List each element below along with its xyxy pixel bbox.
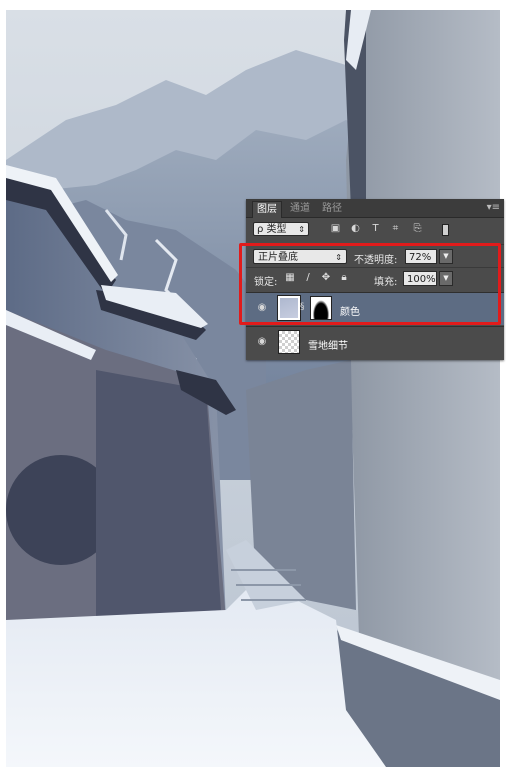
- image-filter-icon[interactable]: ▣: [330, 223, 341, 234]
- filter-toggle-switch[interactable]: [442, 224, 449, 236]
- link-icon[interactable]: §: [300, 302, 305, 312]
- layer-thumbnail: [278, 330, 300, 354]
- adjustment-filter-icon[interactable]: ◐: [350, 223, 361, 234]
- chevron-updown-icon: ⇕: [298, 225, 305, 234]
- panel-menu-icon[interactable]: ▾≡: [487, 202, 500, 213]
- smart-object-filter-icon[interactable]: ⎘: [412, 223, 423, 234]
- layer-name: 颜色: [340, 307, 360, 318]
- lock-row: 锁定: ▦ / ✥ 🔒︎ 填充: 100% ▼: [246, 267, 504, 290]
- tab-channels[interactable]: 通道: [286, 202, 314, 215]
- fill-slider-button[interactable]: ▼: [439, 271, 453, 286]
- layer-name: 雪地细节: [308, 341, 348, 352]
- blend-row: 正片叠底 ⇕ 不透明度: 72% ▼: [246, 244, 504, 267]
- fill-field[interactable]: 100%: [403, 271, 437, 286]
- type-filter-icon[interactable]: T: [370, 223, 381, 234]
- opacity-label: 不透明度:: [354, 255, 398, 266]
- layer-thumbnail: [277, 295, 301, 321]
- opacity-slider-button[interactable]: ▼: [439, 249, 453, 264]
- tab-paths[interactable]: 路径: [318, 202, 346, 215]
- search-icon: ρ: [257, 224, 267, 235]
- opacity-field[interactable]: 72%: [405, 249, 437, 264]
- lock-paint-icon[interactable]: /: [302, 272, 314, 284]
- layer-filter-row: ρ 类型 ⇕ ▣ ◐ T ⌗ ⎘: [246, 220, 504, 240]
- lock-move-icon[interactable]: ✥: [320, 272, 332, 284]
- lock-all-icon[interactable]: 🔒︎: [338, 272, 350, 284]
- filter-kind-select[interactable]: ρ 类型 ⇕: [253, 222, 309, 236]
- background-photo: [6, 10, 500, 767]
- layer-mask-thumbnail[interactable]: [310, 296, 332, 320]
- tab-layers[interactable]: 图层: [252, 201, 282, 218]
- layers-panel: 图层 通道 路径 ▾≡ ρ 类型 ⇕ ▣ ◐ T ⌗ ⎘ 正片叠底 ⇕ 不透明度…: [246, 199, 504, 360]
- lock-transparent-icon[interactable]: ▦: [284, 272, 296, 284]
- eye-icon[interactable]: ◉: [256, 303, 268, 313]
- snowy-alley-scene: [6, 10, 500, 767]
- layer-row-snow-detail[interactable]: ◉ 雪地细节: [246, 326, 504, 359]
- blend-mode-value: 正片叠底: [258, 252, 298, 263]
- panel-tab-bar: 图层 通道 路径 ▾≡: [246, 199, 504, 218]
- lock-label: 锁定:: [254, 277, 278, 288]
- layer-row-color[interactable]: ◉ § 颜色: [246, 292, 504, 325]
- filter-kind-value: 类型: [266, 224, 287, 235]
- chevron-updown-icon: ⇕: [335, 253, 342, 262]
- fill-label: 填充:: [374, 277, 398, 288]
- shape-filter-icon[interactable]: ⌗: [390, 223, 401, 234]
- blend-mode-select[interactable]: 正片叠底 ⇕: [253, 249, 347, 264]
- eye-icon[interactable]: ◉: [256, 337, 268, 347]
